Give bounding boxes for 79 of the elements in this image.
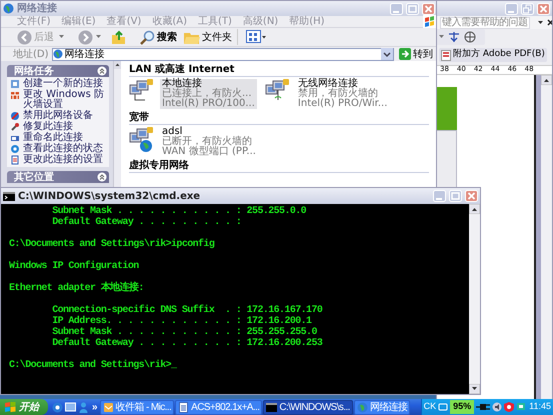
task-link[interactable]: 修复此连接 <box>23 122 73 132</box>
battery-indicator: 95% <box>450 400 474 414</box>
caret-icon <box>439 35 444 39</box>
status-icon <box>10 144 20 154</box>
wrench-icon <box>10 122 20 132</box>
group-header: 虚拟专用网络 <box>129 160 429 173</box>
speaker-icon[interactable] <box>492 402 502 412</box>
go-button[interactable]: 转到 <box>397 48 435 60</box>
scroll-up-button[interactable] <box>114 61 121 69</box>
collapse-button[interactable] <box>97 172 107 182</box>
desktop-icon[interactable] <box>65 402 76 412</box>
clock: 11:45 <box>529 402 551 412</box>
folders-button[interactable]: 文件夹 <box>182 28 234 46</box>
connection-item[interactable]: adsl 已断开，有防火墙的 WAN 微型端口 (PP... <box>160 127 258 157</box>
taskbar-button[interactable]: 收件箱 - Mic... <box>100 400 174 414</box>
power-plug-icon[interactable] <box>476 402 490 412</box>
task-link[interactable]: 重命名此连接 <box>23 133 83 143</box>
text-direction-icon[interactable] <box>448 31 460 43</box>
console-line: Default Gateway . . . . . . . . . : <box>51 217 242 228</box>
scroll-down-button[interactable] <box>469 384 480 394</box>
console-line: Subnet Mask . . . . . . . . . . . : 255.255.255.0 <box>51 327 318 338</box>
dropdown-icon <box>381 48 393 60</box>
caret-icon <box>59 35 64 39</box>
task-link[interactable]: 禁用此网络设备 <box>23 111 93 121</box>
address-label: 地址(D) <box>13 48 49 60</box>
network-globe-icon <box>3 3 14 14</box>
console-line: Connection-specific DNS Suffix . : 172.16.167.170 <box>51 305 324 316</box>
windows-flag-icon <box>5 402 16 412</box>
group-header: 宽带 <box>129 112 429 125</box>
taskbar-button[interactable]: C:\WINDOWS\s... <box>263 400 353 414</box>
search-button[interactable]: 搜索 <box>138 28 179 46</box>
shield-icon[interactable] <box>504 402 514 412</box>
address-field[interactable]: 网络连接 <box>52 48 394 60</box>
close-icon[interactable] <box>546 19 552 26</box>
console-line: C:\Documents and Settings\rik>ipconfig <box>9 239 216 250</box>
group-header: LAN 或高速 Internet <box>129 64 429 77</box>
rename-icon <box>10 133 20 143</box>
task-link[interactable]: 创建一个新的连接 <box>23 79 103 89</box>
console-icon <box>3 192 15 200</box>
pdf-button[interactable]: 附加方 Adobe PDF(B) <box>439 48 547 62</box>
disable-icon <box>10 111 20 121</box>
task-link[interactable]: 更改此连接的设置 <box>23 155 103 165</box>
panel-title: 网络任务 <box>14 66 54 76</box>
window-title: 网络连接 <box>17 3 57 14</box>
console-line: Ethernet adapter 本地连接: <box>9 283 145 294</box>
pdf-icon <box>441 50 451 60</box>
globe-icon[interactable] <box>464 31 476 43</box>
help-search-field[interactable]: 键入需要帮助的问题 <box>440 16 530 28</box>
dialup-connection-icon <box>129 127 155 153</box>
taskbar-button[interactable]: ACS+802.1x+A... <box>175 400 262 414</box>
window-title: C:\WINDOWS\system32\cmd.exe <box>18 190 200 202</box>
caret-icon <box>96 35 101 39</box>
scroll-up-button[interactable] <box>469 204 480 214</box>
collapse-button[interactable] <box>97 66 107 76</box>
magnifier-icon <box>140 30 155 44</box>
views-button[interactable] <box>246 30 266 44</box>
document-icon <box>178 402 190 412</box>
console-line: C:\Documents and Settings\rik>_ <box>9 360 178 371</box>
folder-icon <box>184 30 200 44</box>
more-button[interactable]: » <box>92 402 98 412</box>
panel-title: 其它位置 <box>14 172 54 182</box>
connection-item[interactable]: 本地连接 已连接上，有防火... Intel(R) PRO/100... <box>160 79 257 109</box>
network-globe-icon <box>356 402 368 412</box>
console-icon <box>266 402 278 412</box>
task-link[interactable]: 更改 Windows 防火墙设置 <box>23 90 108 110</box>
console-line: Windows IP Configuration <box>9 261 140 272</box>
taskbar-button[interactable]: 网络连接 <box>354 400 410 414</box>
mail-icon <box>102 402 114 412</box>
console-line: IP Address. . . . . . . . . . . . : 172.16.200.1 <box>51 316 313 327</box>
network-globe-icon <box>52 49 63 59</box>
dropdown-icon[interactable] <box>538 20 542 24</box>
connection-item[interactable]: 无线网络连接 禁用，有防火墙的 Intel(R) PRO/Wir... <box>296 79 390 109</box>
up-folder-icon[interactable] <box>111 29 126 45</box>
scroll-up-button[interactable] <box>541 75 552 85</box>
console-line: Default Gateway . . . . . . . . . : 172.16.200.253 <box>51 338 324 349</box>
firewall-icon <box>10 90 20 100</box>
task-link[interactable]: 查看此连接的状态 <box>23 144 103 154</box>
console-line: Subnet Mask . . . . . . . . . . . : 255.255.0.0 <box>51 206 308 217</box>
start-button[interactable]: 开始 <box>0 399 48 415</box>
